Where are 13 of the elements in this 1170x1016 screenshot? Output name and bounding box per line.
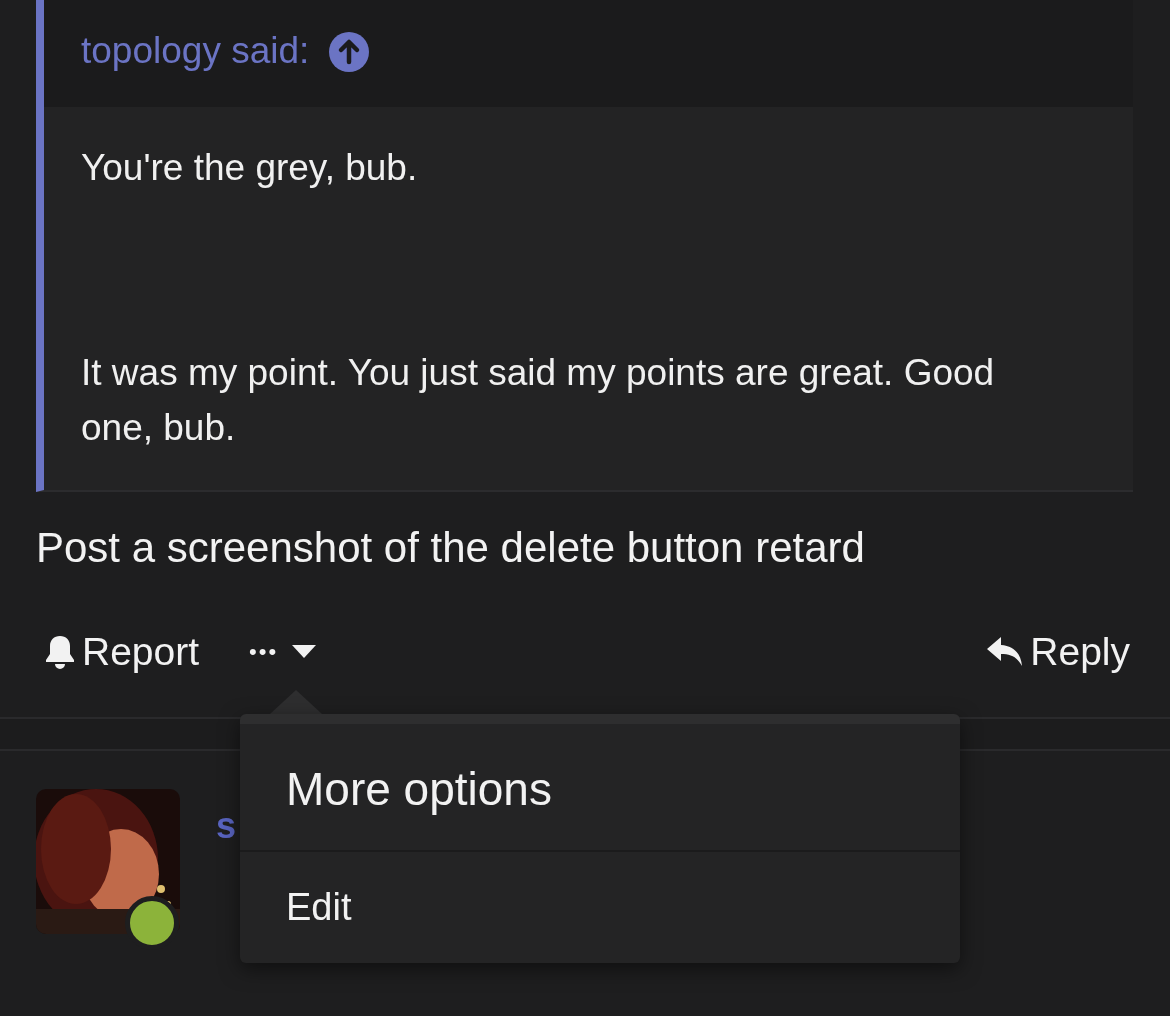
reply-button[interactable]: Reply xyxy=(986,630,1130,674)
post-text: Post a screenshot of the delete button retard xyxy=(35,523,866,573)
arrow-up-icon[interactable] xyxy=(329,32,370,72)
reply-arrow-icon xyxy=(986,636,1025,668)
menu-item[interactable]: Edit xyxy=(240,852,960,963)
report-button[interactable]: Report xyxy=(44,630,200,674)
quote-text: It was my point. You just said my points are great. Good one, bub. xyxy=(81,351,996,450)
quote-text: You're the grey, bub. xyxy=(81,146,419,190)
menu-title: More options xyxy=(240,724,960,852)
caret-icon xyxy=(292,645,317,659)
more-options-button[interactable]: ••• xyxy=(249,639,317,665)
quote-author[interactable]: topology said: xyxy=(81,28,310,74)
bell-icon xyxy=(44,635,76,669)
